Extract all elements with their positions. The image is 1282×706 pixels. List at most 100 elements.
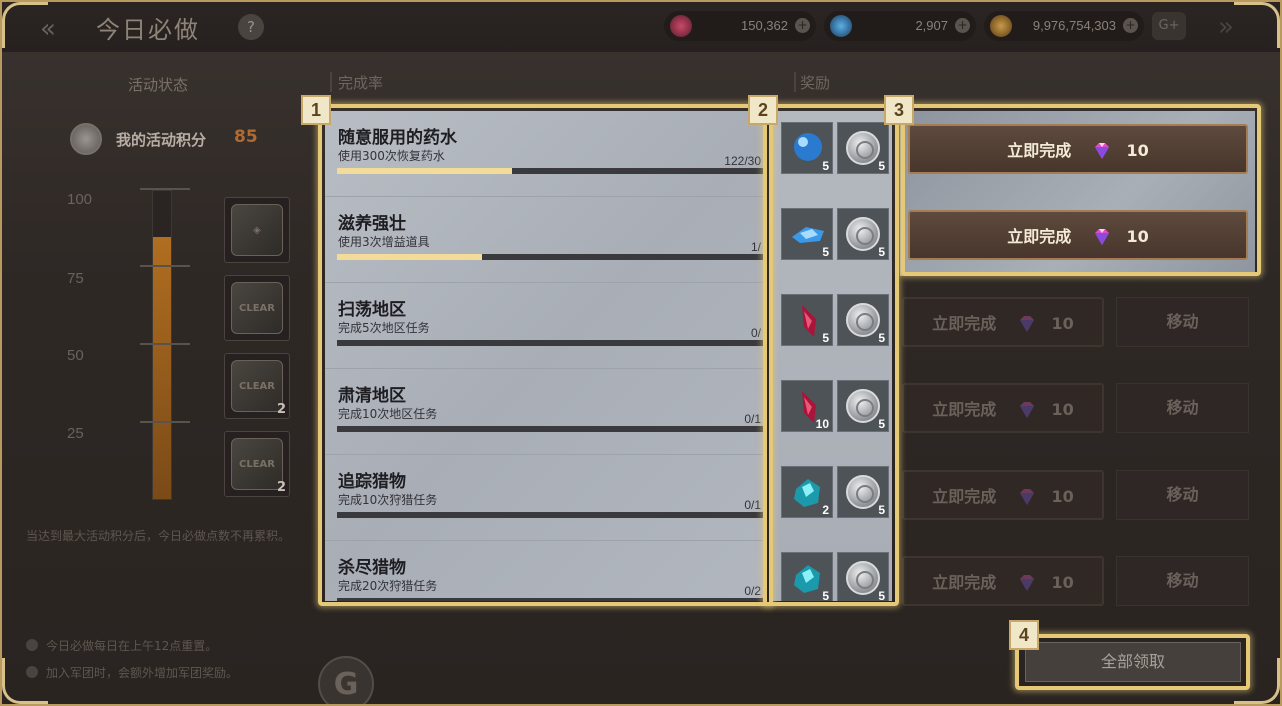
- task-desc: 完成5次地区任务: [338, 321, 430, 335]
- milestone-count: 2: [276, 480, 286, 495]
- task-list[interactable]: 随意服用的药水 使用300次恢复药水 122/30 滋养强壮 使用3次增益道具 …: [325, 111, 765, 601]
- currency-value: 150,362: [741, 18, 788, 33]
- reward-coin[interactable]: 5: [837, 294, 889, 346]
- add-currency-button[interactable]: +: [955, 18, 970, 33]
- silver-coin-icon: [846, 561, 880, 595]
- complete-now-button[interactable]: 立即完成 10: [902, 297, 1104, 347]
- pink-gem-icon: [1094, 228, 1109, 245]
- score-value: 85: [234, 127, 258, 147]
- reward-count: 5: [822, 589, 829, 601]
- milestone-reward[interactable]: CLEAR: [224, 275, 290, 341]
- task-progress-text: 0/1: [744, 498, 761, 512]
- forward-arrow-icon[interactable]: »: [1218, 12, 1234, 42]
- move-button[interactable]: 移动: [1116, 297, 1249, 347]
- reward-item[interactable]: 10: [781, 380, 833, 432]
- task-row: 杀尽猎物 完成20次狩猎任务 0/2: [325, 541, 765, 601]
- claim-all-button[interactable]: 全部领取: [1025, 642, 1241, 682]
- task-desc: 完成10次狩猎任务: [338, 493, 438, 507]
- reward-coin[interactable]: 5: [837, 380, 889, 432]
- reward-item[interactable]: 2: [781, 466, 833, 518]
- button-label: 立即完成: [932, 313, 997, 333]
- red-gem-icon: [670, 15, 692, 37]
- gem-cost: 10: [1051, 399, 1074, 419]
- reward-item[interactable]: 5: [781, 294, 833, 346]
- task-progress-text: 122/30: [724, 154, 761, 168]
- add-currency-button[interactable]: +: [1123, 18, 1138, 33]
- task-progress-bar: [337, 512, 763, 518]
- silver-coin-icon: [846, 389, 880, 423]
- silver-coin-icon: [846, 303, 880, 337]
- task-progress-bar: [337, 598, 763, 601]
- task-row: 随意服用的药水 使用300次恢复药水 122/30: [325, 111, 765, 197]
- reward-count: 5: [822, 331, 829, 345]
- gem-cost: 10: [1126, 226, 1149, 246]
- reward-item[interactable]: 5: [781, 208, 833, 260]
- score-label: 我的活动积分: [116, 131, 207, 149]
- complete-now-button[interactable]: 立即完成 10: [902, 383, 1104, 433]
- task-desc: 使用3次增益道具: [338, 235, 430, 249]
- move-button[interactable]: 移动: [1116, 556, 1249, 606]
- gauge-label: 75: [67, 270, 84, 287]
- highlight-number: 2: [748, 95, 778, 125]
- reward-coin[interactable]: 5: [837, 208, 889, 260]
- daily-tasks-screen: « 今日必做 ? 150,362 + 2,907 + 9,976,754,303…: [0, 0, 1282, 706]
- reward-coin[interactable]: 5: [837, 466, 889, 518]
- reward-coin[interactable]: 5: [837, 122, 889, 174]
- task-progress-bar: [337, 340, 763, 346]
- currency-value: 9,976,754,303: [1032, 18, 1116, 33]
- complete-now-button[interactable]: 立即完成 10: [902, 470, 1104, 520]
- page-title: 今日必做: [96, 16, 200, 44]
- complete-now-button[interactable]: 立即完成 10: [902, 556, 1104, 606]
- task-progress-bar: [337, 254, 763, 260]
- reward-item[interactable]: 5: [781, 552, 833, 601]
- activity-status-title: 活动状态: [128, 76, 189, 94]
- gplus-button[interactable]: G+: [1152, 12, 1186, 40]
- back-arrow-icon[interactable]: «: [40, 14, 56, 44]
- gauge-label: 100: [67, 191, 93, 208]
- move-button[interactable]: 移动: [1116, 470, 1249, 520]
- milestone-reward[interactable]: CLEAR 2: [224, 353, 290, 419]
- task-desc: 完成10次地区任务: [338, 407, 438, 421]
- reward-count: 5: [878, 245, 885, 259]
- header-bar: « 今日必做 ? 150,362 + 2,907 + 9,976,754,303…: [0, 0, 1282, 52]
- reward-coin[interactable]: 5: [837, 552, 889, 601]
- add-currency-button[interactable]: +: [795, 18, 810, 33]
- button-label: 立即完成: [932, 399, 997, 419]
- task-name: 随意服用的药水: [338, 128, 457, 148]
- reward-count: 5: [878, 503, 885, 517]
- pink-gem-icon: [1019, 401, 1034, 418]
- info-icon: [26, 666, 38, 678]
- milestone-reward[interactable]: CLEAR 2: [224, 431, 290, 497]
- complete-now-button[interactable]: 立即完成 10: [908, 210, 1248, 260]
- tip-text: 加入军团时，会额外增加军团奖励。: [46, 666, 239, 680]
- silver-coin-icon: [846, 217, 880, 251]
- task-row: 追踪猎物 完成10次狩猎任务 0/1: [325, 455, 765, 541]
- highlight-number: 1: [301, 95, 331, 125]
- complete-now-button[interactable]: 立即完成 10: [908, 124, 1248, 174]
- task-progress-text: 0/2: [744, 584, 761, 598]
- clear-potion-icon: CLEAR: [231, 438, 283, 490]
- milestone-reward[interactable]: ◈: [224, 197, 290, 263]
- reward-count: 5: [822, 159, 829, 173]
- reward-count: 5: [878, 417, 885, 431]
- gem-cost: 10: [1051, 313, 1074, 333]
- gauge-tick: [140, 343, 190, 345]
- silver-coin-icon: [846, 131, 880, 165]
- help-button[interactable]: ?: [238, 14, 264, 40]
- g-logo-icon[interactable]: G: [318, 656, 374, 706]
- task-progress-bar: [337, 168, 763, 174]
- currency-value: 2,907: [915, 18, 948, 33]
- button-label: 立即完成: [932, 486, 997, 506]
- currency-blue-gem: 2,907 +: [824, 11, 976, 41]
- reward-count: 5: [878, 589, 885, 601]
- pink-gem-icon: [1019, 574, 1034, 591]
- gold-coin-icon: [990, 15, 1012, 37]
- reward-item[interactable]: 5: [781, 122, 833, 174]
- task-progress-fill: [337, 168, 512, 174]
- silver-coin-icon: [846, 475, 880, 509]
- clear-potion-icon: CLEAR: [231, 360, 283, 412]
- gauge-tick: [140, 188, 190, 190]
- move-button[interactable]: 移动: [1116, 383, 1249, 433]
- reset-tip: 今日必做每日在上午12点重置。: [26, 637, 217, 654]
- tip-text: 今日必做每日在上午12点重置。: [46, 639, 218, 653]
